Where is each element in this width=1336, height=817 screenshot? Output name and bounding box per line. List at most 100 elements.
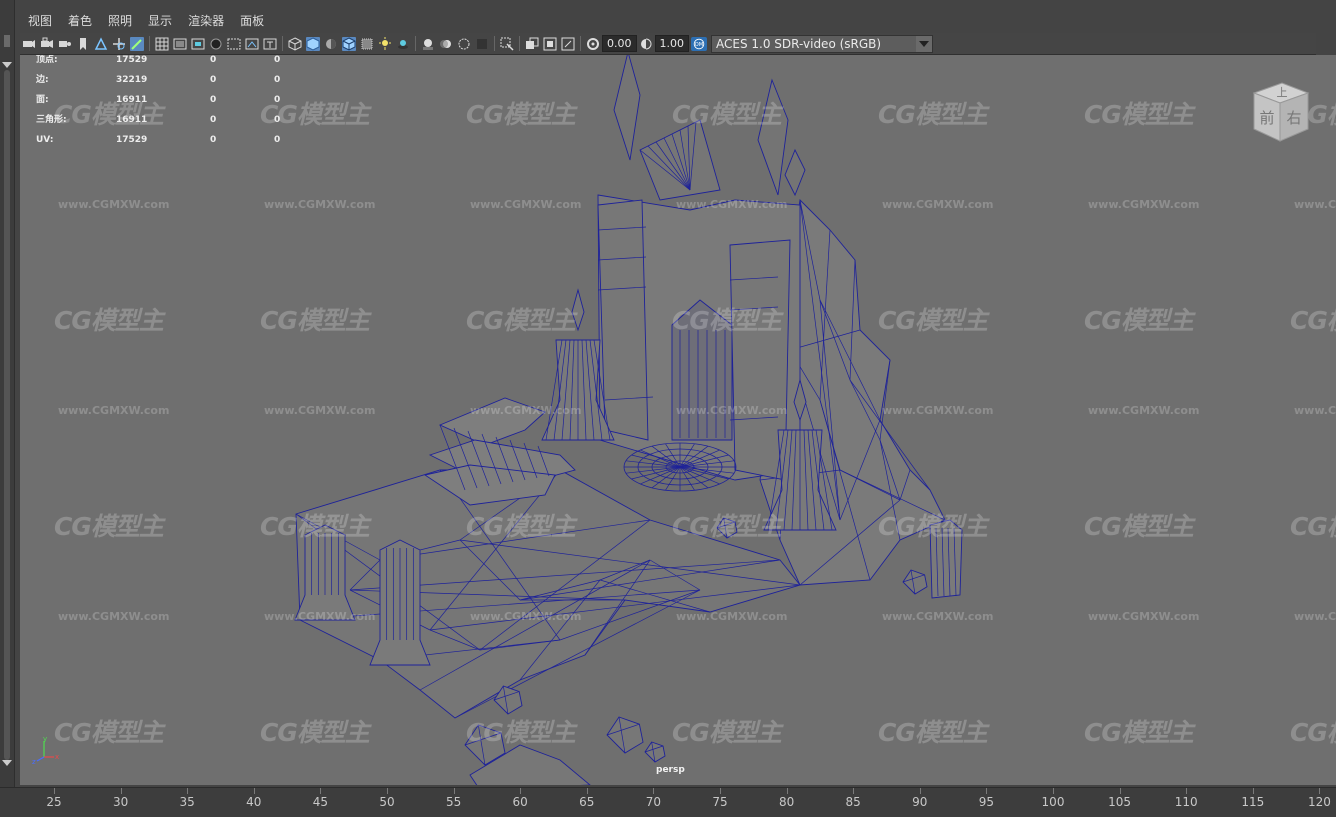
poly-count-hud: 顶点: 17529 0 0 边: 32219 0 0 面: 16911 0 0 三角形: 16911… xyxy=(36,55,294,155)
chevron-down-icon[interactable] xyxy=(916,35,932,52)
exposure-field[interactable]: 0.00 xyxy=(602,35,637,52)
viewcube[interactable]: 上 前 右 xyxy=(1246,79,1316,149)
safe-title-icon[interactable] xyxy=(263,37,277,51)
grease-pencil-icon[interactable] xyxy=(130,36,144,51)
svg-text:OM: OM xyxy=(695,42,704,48)
grid-icon[interactable] xyxy=(155,37,169,51)
watermark-url: www.CGMXW.com xyxy=(470,198,582,211)
watermark-logo: CG模型主 xyxy=(1290,512,1336,541)
default-material-icon[interactable] xyxy=(324,37,338,51)
watermark-logo: CG模型主 xyxy=(878,306,988,335)
screen-space-ao-icon[interactable] xyxy=(421,37,435,51)
vertical-scrollbar[interactable] xyxy=(4,70,10,760)
timeline-tick xyxy=(320,788,322,794)
field-chart-icon[interactable] xyxy=(227,37,241,51)
timeline-frame-label: 45 xyxy=(312,795,329,809)
watermark-url: www.CGMXW.com xyxy=(1294,404,1336,417)
xray-active-components-icon[interactable] xyxy=(543,37,557,51)
film-gate-icon[interactable] xyxy=(173,37,187,51)
select-camera-icon[interactable] xyxy=(22,37,36,51)
gamma-icon[interactable] xyxy=(639,37,653,51)
expand-arrow-icon[interactable] xyxy=(2,760,12,766)
timeline-tick xyxy=(253,788,255,794)
watermark-logo: CG模型主 xyxy=(1084,306,1194,335)
watermark-url: www.CGMXW.com xyxy=(676,198,788,211)
timeline-tick xyxy=(653,788,655,794)
watermark-url: www.CGMXW.com xyxy=(1088,610,1200,623)
watermark-url: www.CGMXW.com xyxy=(1088,198,1200,211)
viewcube-top-label[interactable]: 上 xyxy=(1277,86,1288,99)
watermark-logo: CG模型主 xyxy=(672,512,782,541)
motion-blur-icon[interactable] xyxy=(439,37,453,51)
smooth-shade-icon[interactable] xyxy=(306,36,320,51)
strip-handle[interactable] xyxy=(4,35,10,47)
view-transform-value: ACES 1.0 SDR-video (sRGB) xyxy=(716,36,882,51)
timeline-frame-label: 115 xyxy=(1241,795,1265,809)
watermark-logo: CG模型主 xyxy=(466,512,576,541)
menu-show[interactable]: 显示 xyxy=(140,10,180,32)
gamma-field[interactable]: 1.00 xyxy=(654,35,689,52)
toolbar-divider xyxy=(149,36,150,51)
time-slider[interactable]: 25 30 35 40 45 50 55 60 65 70 75 80 85 90 95 100 105 110 1… xyxy=(0,787,1336,817)
gate-mask-icon[interactable] xyxy=(209,37,223,51)
watermark-logo: CG模型主 xyxy=(672,100,782,129)
perspective-viewport[interactable]: CG模型主 www.CGMXW.com CG模型主 www.CGMXW.com CG模型… xyxy=(20,55,1336,785)
depth-of-field-icon[interactable] xyxy=(475,37,489,51)
viewcube-right-label[interactable]: 右 xyxy=(1286,109,1301,127)
isolate-select-icon[interactable] xyxy=(500,37,514,51)
watermark-url: www.CGMXW.com xyxy=(264,198,376,211)
axis-gizmo: y x z xyxy=(32,735,59,765)
2d-pan-zoom-icon[interactable] xyxy=(112,37,126,51)
watermark-logo: CG模型主 xyxy=(466,718,576,747)
timeline-frame-label: 65 xyxy=(579,795,595,809)
xray-icon[interactable] xyxy=(360,37,374,51)
watermark-url: www.CGMXW.com xyxy=(58,404,170,417)
timeline-tick xyxy=(54,788,55,794)
exposure-icon[interactable] xyxy=(586,37,600,51)
collapse-arrow-icon[interactable] xyxy=(2,62,12,68)
resolution-gate-icon[interactable] xyxy=(191,37,205,51)
menu-panels[interactable]: 面板 xyxy=(232,10,272,32)
timeline-frame-label: 35 xyxy=(179,795,195,809)
use-all-lights-icon[interactable] xyxy=(378,36,392,51)
lock-camera-icon[interactable] xyxy=(40,37,54,51)
color-management-toggle-icon[interactable]: OM xyxy=(691,36,707,51)
camera-attributes-icon[interactable] xyxy=(58,37,72,51)
menu-renderer[interactable]: 渲染器 xyxy=(180,10,232,32)
frame-all-icon[interactable] xyxy=(561,37,575,51)
safe-action-icon[interactable] xyxy=(245,37,259,51)
toolbar-divider xyxy=(519,36,520,51)
wireframe-on-shaded-icon[interactable] xyxy=(342,36,356,51)
menu-shading[interactable]: 着色 xyxy=(60,10,100,32)
bookmark-icon[interactable] xyxy=(76,37,90,51)
watermark-logo: CG模型主 xyxy=(1084,512,1194,541)
timeline-tick xyxy=(520,788,522,794)
gate-pillar-left xyxy=(597,199,649,441)
watermark-logo: CG模型主 xyxy=(466,100,576,129)
menu-view[interactable]: 视图 xyxy=(20,10,60,32)
xray-joints-icon[interactable] xyxy=(525,37,539,51)
rock xyxy=(902,569,928,595)
shadows-icon[interactable] xyxy=(396,37,410,51)
hud-row-vertices: 顶点: 17529 0 0 xyxy=(36,55,281,65)
axis-x-label: x xyxy=(55,753,59,761)
timeline-frame-label: 50 xyxy=(379,795,395,809)
anti-aliasing-icon[interactable] xyxy=(457,37,471,51)
crystal-small xyxy=(784,148,806,197)
timeline-frame-label: 55 xyxy=(445,795,462,809)
watermark-url: www.CGMXW.com xyxy=(470,404,582,417)
timeline-frame-label: 40 xyxy=(246,795,262,809)
image-plane-icon[interactable] xyxy=(94,36,108,51)
timeline-frame-label: 70 xyxy=(645,795,662,809)
timeline-tick xyxy=(1319,788,1321,794)
menu-lighting[interactable]: 照明 xyxy=(100,10,140,32)
watermark-logo: CG模型主 xyxy=(54,306,164,335)
watermark-url: www.CGMXW.com xyxy=(882,610,994,623)
wireframe-icon[interactable] xyxy=(288,36,302,51)
timeline-tick xyxy=(1186,788,1188,794)
viewcube-front-label[interactable]: 前 xyxy=(1259,109,1274,127)
watermark-url: www.CGMXW.com xyxy=(1294,610,1336,623)
hud-row-uvs: UV: 17529 0 0 xyxy=(36,135,281,145)
view-transform-select[interactable]: ACES 1.0 SDR-video (sRGB) xyxy=(711,34,933,53)
toolbar-divider xyxy=(494,36,495,51)
